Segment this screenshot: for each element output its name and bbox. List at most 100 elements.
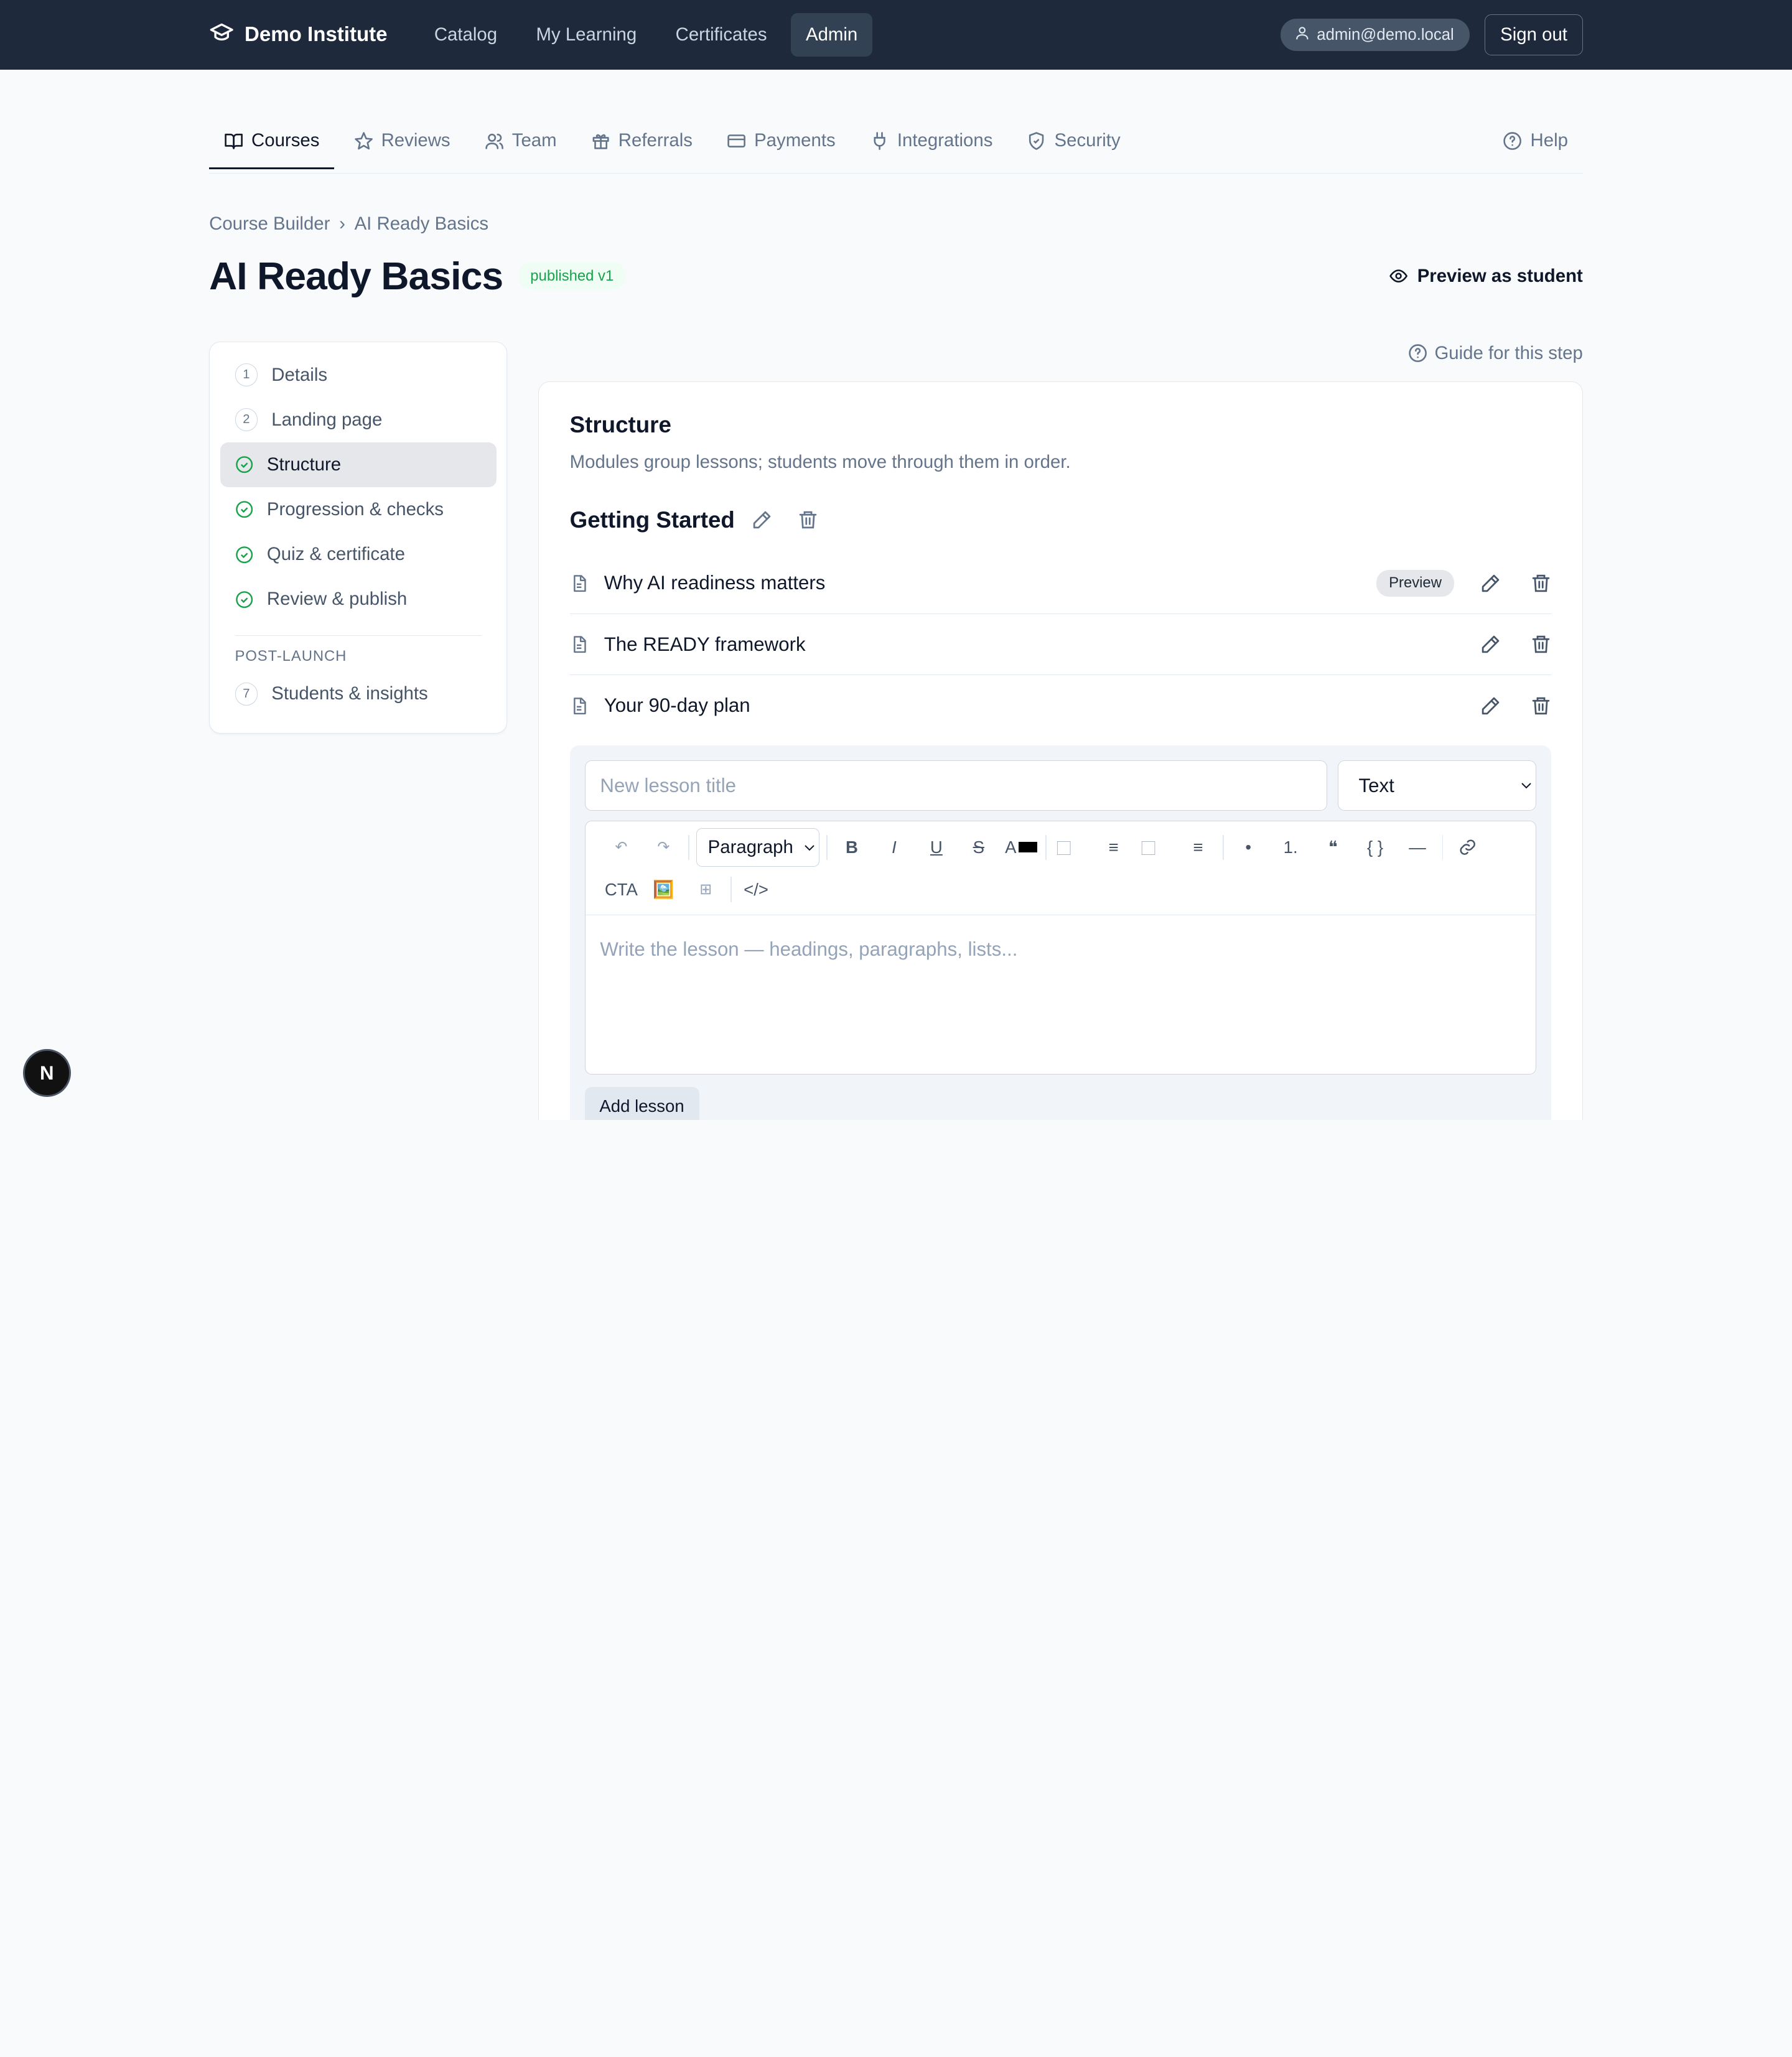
table-button[interactable]: ⊞ (684, 871, 727, 908)
tab-label: Security (1054, 130, 1121, 151)
preview-as-student-button[interactable]: Preview as student (1389, 266, 1583, 287)
breadcrumb-root[interactable]: Course Builder (209, 213, 330, 235)
dev-tools-button[interactable]: N (22, 1049, 71, 1098)
quote-button[interactable]: ❝ (1312, 829, 1354, 865)
step-students-insights[interactable]: 7 Students & insights (220, 672, 497, 717)
step-label: Progression & checks (266, 499, 444, 520)
guide-label: Guide for this step (1434, 343, 1583, 363)
horizontal-rule-button[interactable]: — (1396, 829, 1439, 865)
strikethrough-button[interactable]: S (958, 829, 1000, 865)
trash-icon[interactable] (1531, 696, 1551, 716)
bullet-list-button[interactable]: • (1227, 829, 1269, 865)
breadcrumb-current: AI Ready Basics (354, 213, 489, 235)
help-circle-icon (1409, 344, 1427, 363)
step-review-publish[interactable]: Review & publish (220, 577, 497, 622)
divider (235, 635, 482, 636)
tab-payments[interactable]: Payments (712, 118, 850, 167)
pencil-icon[interactable] (1480, 573, 1501, 594)
tab-security[interactable]: Security (1012, 118, 1136, 167)
step-details[interactable]: 1 Details (220, 353, 497, 398)
pencil-icon[interactable] (1480, 696, 1501, 716)
nav-certificates[interactable]: Certificates (661, 13, 782, 57)
italic-button[interactable]: I (873, 829, 915, 865)
undo-button[interactable]: ↶ (600, 829, 642, 865)
pencil-icon[interactable] (1480, 634, 1501, 655)
html-source-button[interactable]: </> (735, 871, 777, 908)
link-icon (1460, 839, 1476, 855)
module-title: Getting Started (569, 506, 735, 533)
add-lesson-button[interactable]: Add lesson (584, 1087, 699, 1120)
lesson-row[interactable]: Your 90-day plan (570, 675, 1552, 736)
status-badge: published v1 (518, 263, 625, 290)
block-format-select[interactable]: Paragraph (696, 828, 819, 867)
align-right-button[interactable]: ⃞ (1135, 829, 1177, 865)
step-quiz-certificate[interactable]: Quiz & certificate (220, 532, 497, 577)
toolbar-divider (1045, 834, 1047, 860)
check-circle-icon (235, 590, 253, 608)
graduation-cap-icon (209, 19, 234, 50)
text-color-label: A (1005, 837, 1017, 857)
image-button[interactable]: 🖼️ (642, 871, 684, 908)
toolbar-divider (1222, 834, 1224, 860)
redo-button[interactable]: ↷ (642, 829, 684, 865)
section-title: Structure (569, 412, 671, 438)
guide-link[interactable]: Guide for this step (1408, 343, 1583, 364)
plug-icon (874, 132, 885, 150)
toolbar-divider (826, 834, 828, 860)
tab-label: Team (511, 130, 557, 151)
text-color-button[interactable]: A (1000, 829, 1042, 865)
gift-icon (592, 134, 609, 149)
new-lesson-form: Text ↶ ↷ Paragraph B I U (569, 745, 1552, 1120)
pencil-icon (754, 511, 771, 529)
underline-button[interactable]: U (915, 829, 958, 865)
account-area: admin@demo.local Sign out (1280, 14, 1583, 55)
align-left-button[interactable]: ⃞ (1050, 829, 1093, 865)
step-structure[interactable]: Structure (220, 442, 497, 487)
link-button[interactable] (1447, 829, 1489, 865)
star-icon (354, 132, 373, 150)
lesson-title-input[interactable] (584, 760, 1328, 811)
toolbar-row: CTA 🖼️ ⊞ </> (600, 869, 1521, 911)
editor-content[interactable]: Write the lesson — headings, paragraphs,… (586, 915, 1536, 983)
document-icon (573, 574, 586, 592)
main-nav: Catalog My Learning Certificates Admin (419, 12, 873, 57)
check-circle-icon (235, 546, 253, 563)
code-block-button[interactable]: { } (1354, 829, 1396, 865)
rich-text-editor: ↶ ↷ Paragraph B I U S A ≡ ≡ • 1. ❝ {} —… (584, 821, 1537, 1075)
nav-catalog[interactable]: Catalog (419, 13, 512, 57)
nav-admin[interactable]: Admin (791, 12, 873, 57)
numbered-list-button[interactable]: 1. (1269, 829, 1312, 865)
lesson-row[interactable]: Why AI readiness matters Preview (569, 553, 1552, 615)
brand-name: Demo Institute (245, 23, 388, 47)
page-title: AI Ready Basics (209, 254, 503, 298)
align-center-button[interactable]: ≡ (1093, 829, 1135, 865)
tab-reviews[interactable]: Reviews (339, 118, 465, 167)
help-link[interactable]: Help (1488, 118, 1583, 167)
user-pill[interactable]: admin@demo.local (1280, 19, 1470, 51)
help-label: Help (1530, 130, 1568, 151)
document-icon (573, 636, 586, 653)
tab-team[interactable]: Team (470, 118, 572, 167)
tab-courses[interactable]: Courses (209, 118, 335, 170)
sign-out-button[interactable]: Sign out (1485, 14, 1583, 55)
bold-button[interactable]: B (831, 829, 873, 865)
justify-button[interactable]: ≡ (1177, 829, 1219, 865)
step-progression[interactable]: Progression & checks (220, 487, 497, 532)
text-color-swatch (1019, 842, 1037, 852)
trash-icon[interactable] (1531, 634, 1551, 655)
step-landing-page[interactable]: 2 Landing page (220, 398, 497, 442)
trash-icon[interactable] (1531, 573, 1551, 594)
user-icon (1294, 25, 1310, 45)
delete-module-button[interactable] (796, 508, 819, 531)
tab-referrals[interactable]: Referrals (576, 118, 707, 167)
nav-my-learning[interactable]: My Learning (521, 13, 651, 57)
step-label: Details (271, 364, 328, 385)
cta-button[interactable]: CTA (600, 871, 642, 908)
lesson-type-select[interactable]: Text (1337, 760, 1537, 811)
edit-module-button[interactable] (751, 508, 774, 531)
toolbar-row: ↶ ↷ Paragraph B I U S A ≡ ≡ • 1. ❝ {} — (600, 826, 1521, 869)
lesson-actions: Preview (1376, 570, 1551, 597)
brand[interactable]: Demo Institute (209, 19, 388, 50)
lesson-row[interactable]: The READY framework (569, 614, 1552, 676)
tab-integrations[interactable]: Integrations (855, 118, 1007, 167)
